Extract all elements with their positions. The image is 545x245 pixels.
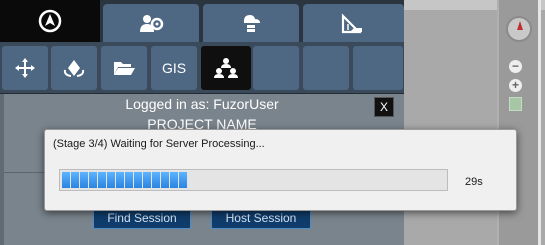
ruler-protractor-icon [341, 13, 362, 34]
time-remaining: 29s [465, 176, 483, 188]
progress-block [116, 172, 124, 188]
gis-label: GIS [161, 60, 187, 76]
rotate-button[interactable] [51, 46, 97, 90]
progress-block [134, 172, 142, 188]
zoom-out-button[interactable]: − [509, 60, 522, 73]
open-folder-button[interactable] [101, 46, 147, 90]
gis-button[interactable]: GIS [151, 46, 197, 90]
progress-block [125, 172, 133, 188]
progress-block [89, 172, 97, 188]
move-button[interactable] [2, 46, 48, 90]
rotate-icon [63, 60, 85, 77]
progress-fill [62, 172, 188, 188]
progress-block [143, 172, 151, 188]
tab-people[interactable] [103, 4, 199, 42]
empty-tool-slot [253, 46, 299, 90]
dialog-title: (Stage 3/4) Waiting for Server Processin… [53, 138, 265, 150]
navigate-circle-icon [38, 9, 62, 33]
close-panel-button[interactable]: X [374, 97, 394, 117]
progress-block [71, 172, 79, 188]
collaboration-icon [214, 58, 238, 78]
progress-dialog: (Stage 3/4) Waiting for Server Processin… [44, 129, 517, 211]
move-arrows-icon [15, 58, 35, 78]
progress-block [80, 172, 88, 188]
progress-block [170, 172, 178, 188]
tab-measure[interactable] [303, 4, 404, 42]
empty-tool-slot [303, 46, 349, 90]
people-settings-icon [140, 15, 164, 32]
cloud-server-icon [244, 15, 260, 32]
progress-block [98, 172, 106, 188]
map-layer-toggle[interactable] [509, 97, 522, 111]
progress-block [62, 172, 70, 188]
progress-block [179, 172, 187, 188]
progress-block [152, 172, 160, 188]
progress-block [161, 172, 169, 188]
tab-cloud-server[interactable] [203, 4, 299, 42]
folder-open-icon [114, 62, 135, 75]
top-tab-bar [0, 0, 404, 42]
logged-in-label: Logged in as: FuzorUser [125, 96, 279, 112]
tab-navigate[interactable] [0, 0, 100, 42]
zoom-in-button[interactable]: + [509, 79, 522, 92]
compass-icon[interactable] [506, 16, 532, 42]
progress-block [107, 172, 115, 188]
tool-bar: GIS [0, 42, 404, 94]
progress-bar [59, 169, 448, 191]
collaboration-button[interactable] [201, 46, 251, 90]
empty-tool-slot [353, 46, 403, 90]
